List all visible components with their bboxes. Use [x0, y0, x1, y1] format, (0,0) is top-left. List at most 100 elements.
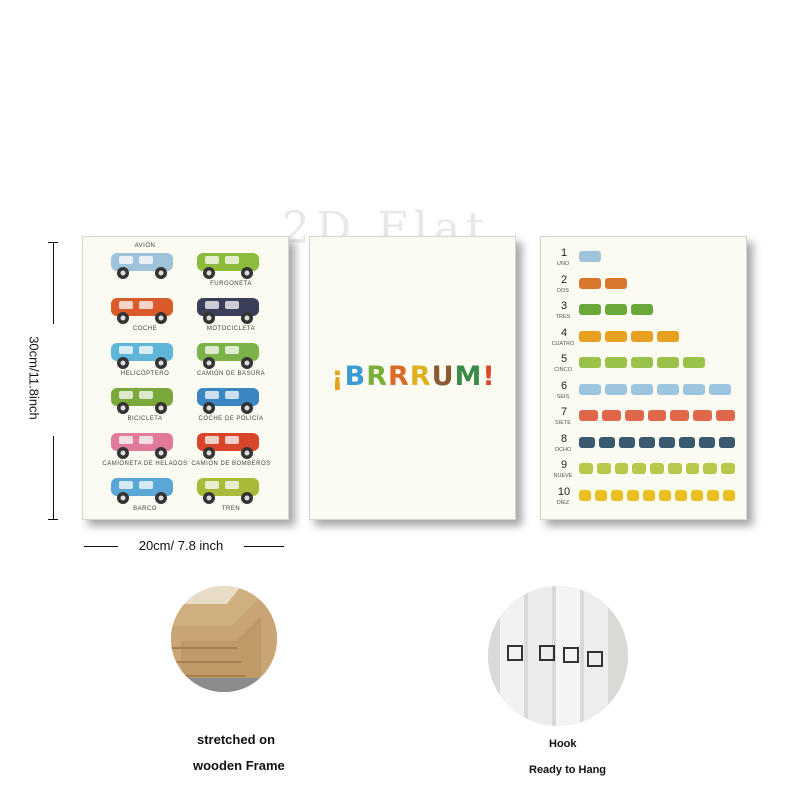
width-dimension-line-right: [244, 546, 284, 547]
counted-vehicle-icon: [619, 436, 635, 448]
counted-vehicle-icon: [605, 277, 627, 289]
hook-caption-line1: Hook: [549, 738, 577, 750]
vehicle-label: AVIÓN: [134, 243, 156, 249]
title-letter: R: [387, 361, 410, 392]
counted-vehicle-icon: [579, 410, 598, 421]
vehicle-label: HELICÓPTERO: [120, 371, 170, 377]
counted-vehicle-icon: [693, 410, 713, 421]
counted-vehicle-icon: [679, 436, 695, 448]
title-letter: R: [409, 361, 432, 392]
counted-vehicle-icon: [639, 436, 655, 448]
counted-vehicle-icon: [685, 463, 700, 474]
hook-icon: [488, 586, 628, 726]
title-letter: M: [454, 361, 483, 392]
count-word: DIEZ: [556, 499, 570, 506]
airplane-icon: [105, 247, 185, 287]
counted-vehicle-icon: [670, 410, 690, 421]
counted-vehicle-icon: [614, 463, 629, 474]
count-number: 7: [560, 406, 568, 418]
count-word: TRES: [555, 314, 571, 320]
width-dimension-line-left: [84, 546, 118, 547]
count-number: 8: [560, 432, 568, 445]
counted-vehicle-icon: [707, 489, 719, 501]
counted-vehicle-icon: [632, 463, 647, 474]
counted-vehicle-icon: [716, 410, 735, 421]
counted-vehicle-icon: [647, 410, 667, 421]
counted-vehicle-icon: [627, 489, 639, 501]
frame-caption-line2: wooden Frame: [193, 758, 285, 773]
count-word: DOS: [557, 287, 569, 294]
counted-vehicle-icon: [579, 251, 601, 262]
counted-vehicle-icon: [719, 436, 735, 448]
counted-vehicle-icon: [659, 436, 675, 448]
wooden-frame-photo: [171, 586, 277, 692]
vehicle-label: BICICLETA: [127, 416, 163, 422]
counted-vehicle-icon: [659, 489, 671, 501]
hook-photo: [488, 586, 628, 726]
height-dimension-label: 30cm/11.8inch: [26, 336, 42, 420]
vehicle-label: MOTOCICLETA: [206, 326, 256, 332]
wooden-frame-icon: [171, 586, 277, 692]
count-word: UNO: [556, 261, 570, 267]
counted-vehicle-icon: [579, 489, 591, 501]
counted-vehicle-icon: [605, 304, 627, 315]
counted-vehicle-icon: [601, 410, 621, 421]
brrrum-poster: ¡BRRRUM!: [309, 236, 516, 520]
counted-vehicle-icon: [595, 489, 607, 501]
height-dimension-line-bottom: [53, 436, 54, 520]
count-number: 9: [560, 459, 568, 471]
counting-poster: 1 UNO 2 DOS 3 TRES 4 CUATRO 5 CINCO 6 SEIS 7 SIETE 8 OC…: [540, 236, 747, 520]
counted-vehicle-icon: [650, 463, 664, 474]
counted-vehicle-icon: [691, 489, 703, 501]
count-number: 4: [560, 326, 568, 339]
counted-vehicle-icon: [657, 357, 679, 368]
counted-vehicle-icon: [605, 357, 627, 368]
counted-vehicle-icon: [599, 436, 615, 448]
counted-vehicle-icon: [657, 330, 679, 342]
counted-vehicle-icon: [579, 330, 601, 342]
counted-vehicle-icon: [579, 383, 601, 395]
counted-vehicle-icon: [721, 463, 735, 474]
count-word: CINCO: [554, 367, 572, 373]
height-dimension-cap-top: [48, 242, 58, 243]
counted-vehicle-icon: [683, 357, 705, 368]
counted-vehicle-icon: [605, 383, 627, 395]
vehicle-label: BARCO: [133, 506, 157, 512]
count-word: SIETE: [555, 420, 571, 426]
counted-vehicle-icon: [579, 463, 593, 474]
counted-vehicle-icon: [699, 436, 715, 448]
counted-vehicle-icon: [675, 489, 687, 501]
counted-vehicle-icon: [631, 383, 653, 395]
counted-vehicle-icon: [596, 463, 611, 474]
title-letter: U: [431, 361, 455, 392]
vehicles-poster: AVIÓN FURGONETA COCHE MOTOCICLETA HELICÓPTER…: [82, 236, 289, 520]
counted-vehicle-icon: [579, 304, 601, 315]
brrrum-title: ¡BRRRUM!: [310, 361, 517, 392]
counted-vehicle-icon: [605, 330, 627, 342]
vehicle-label: COCHE DE POLICÍA: [198, 416, 264, 422]
counted-vehicle-icon: [683, 383, 705, 395]
counted-vehicle-icon: [624, 410, 644, 421]
width-dimension-label: 20cm/ 7.8 inch: [138, 538, 224, 553]
hook-caption-line2: Ready to Hang: [529, 764, 607, 776]
count-word: SEIS: [556, 393, 570, 400]
vehicle-label: TREN: [221, 506, 241, 512]
count-number: 10: [557, 485, 571, 498]
vehicle-label: CAMIÓN DE BOMBEROS: [191, 461, 271, 467]
counted-vehicle-icon: [643, 489, 655, 501]
title-letter: R: [366, 361, 388, 392]
count-word: OCHO: [554, 446, 572, 453]
counted-vehicle-icon: [631, 330, 653, 342]
title-letter: !: [482, 361, 496, 392]
height-dimension-cap-bottom: [48, 519, 58, 520]
vehicle-label: FURGONETA: [210, 281, 252, 287]
vehicle-label: CAMIÓN DE BASURA: [196, 371, 266, 377]
count-number: 3: [560, 300, 568, 312]
counted-vehicle-icon: [723, 489, 735, 501]
counted-vehicle-icon: [631, 304, 653, 315]
count-number: 5: [560, 353, 568, 365]
count-word: NUEVE: [553, 473, 573, 479]
counted-vehicle-icon: [579, 357, 601, 368]
count-word: CUATRO: [551, 340, 575, 347]
height-dimension-line-top: [53, 242, 54, 324]
